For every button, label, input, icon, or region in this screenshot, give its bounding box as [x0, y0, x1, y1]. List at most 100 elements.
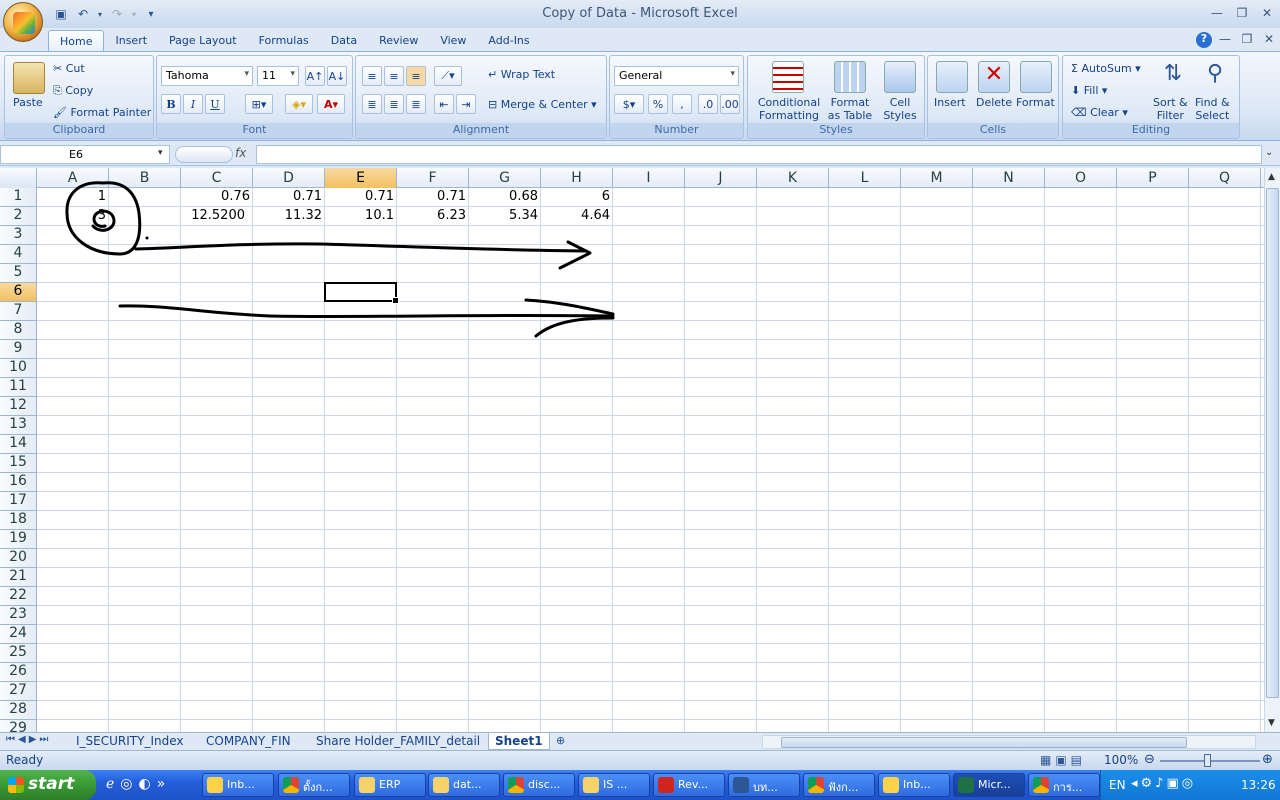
- align-bottom-icon[interactable]: ≡: [406, 66, 426, 86]
- orientation-icon[interactable]: ⟋▾: [434, 66, 462, 86]
- task-inbox-1[interactable]: Inb...: [202, 773, 274, 797]
- paste-icon[interactable]: [13, 62, 45, 94]
- task-chrome-3[interactable]: ฟังก...: [803, 773, 875, 797]
- insert-function-button[interactable]: fx: [235, 146, 246, 160]
- task-erp[interactable]: ERP: [354, 773, 426, 797]
- grow-font-icon[interactable]: A↑: [305, 66, 325, 86]
- tab-add-ins[interactable]: Add-Ins: [477, 30, 540, 52]
- formula-input[interactable]: [256, 145, 1262, 164]
- increase-indent-icon[interactable]: ⇥: [456, 94, 476, 114]
- horizontal-scroll-thumb[interactable]: [781, 737, 1187, 748]
- minimize-icon[interactable]: —: [1206, 4, 1228, 22]
- fill-button[interactable]: ⬇ Fill ▾: [1071, 84, 1107, 97]
- worksheet-grid[interactable]: A B C D E F G H I J K L M N O P Q 1 0.76…: [0, 168, 1264, 732]
- zoom-level[interactable]: 100%: [1104, 753, 1138, 767]
- maximize-icon[interactable]: ❐: [1231, 4, 1253, 22]
- font-color-icon[interactable]: A▾: [317, 94, 345, 114]
- tab-review[interactable]: Review: [368, 30, 429, 52]
- task-chrome-2[interactable]: disc...: [503, 773, 575, 797]
- insert-cells-icon[interactable]: [936, 61, 968, 93]
- view-buttons-icon[interactable]: ▦▣▤: [1040, 753, 1086, 767]
- decrease-decimal-icon[interactable]: .00: [720, 94, 740, 114]
- formula-bar-handle[interactable]: [175, 146, 233, 163]
- insert-sheet-icon[interactable]: ⊕: [556, 734, 565, 747]
- vertical-scrollbar[interactable]: ▲ ▼: [1264, 168, 1280, 732]
- name-box-dropdown-icon[interactable]: ▾: [158, 148, 163, 158]
- vertical-scroll-thumb[interactable]: [1266, 188, 1279, 698]
- insert-button[interactable]: Insert: [934, 96, 966, 109]
- task-chrome-4[interactable]: การ...: [1028, 773, 1100, 797]
- decrease-indent-icon[interactable]: ⇤: [434, 94, 454, 114]
- binoculars-icon[interactable]: ⚲: [1199, 61, 1231, 93]
- ribbon-minimize-icon[interactable]: —: [1214, 30, 1236, 48]
- tab-page-layout[interactable]: Page Layout: [158, 30, 248, 52]
- sheet-tab-security-index[interactable]: I_SECURITY_Index: [70, 733, 189, 750]
- zoom-out-icon[interactable]: ⊖: [1144, 752, 1155, 767]
- clear-button[interactable]: ⌫ Clear ▾: [1071, 106, 1128, 119]
- tray-icons[interactable]: ◂⚙♪▣◎: [1131, 776, 1196, 791]
- paste-button[interactable]: Paste: [13, 96, 43, 109]
- wrap-text-button[interactable]: ↵ Wrap Text: [488, 68, 555, 81]
- quick-launch-icons[interactable]: ℯ◎◐»: [106, 776, 171, 792]
- align-right-icon[interactable]: ≣: [406, 94, 426, 114]
- horizontal-scrollbar[interactable]: [762, 735, 1256, 749]
- format-cells-icon[interactable]: [1020, 61, 1052, 93]
- ribbon-restore-icon[interactable]: ❐: [1236, 30, 1258, 48]
- delete-cells-icon[interactable]: ✕: [978, 61, 1010, 93]
- increase-decimal-icon[interactable]: .0: [698, 94, 718, 114]
- close-icon[interactable]: ✕: [1256, 4, 1278, 22]
- font-size-select[interactable]: 11: [257, 66, 299, 86]
- task-review-pdf[interactable]: Rev...: [653, 773, 725, 797]
- cell-styles-button[interactable]: Cell Styles: [878, 96, 922, 122]
- task-word[interactable]: บท...: [728, 773, 800, 797]
- task-is[interactable]: IS ...: [578, 773, 650, 797]
- tab-home[interactable]: Home: [48, 30, 105, 52]
- font-name-select[interactable]: Tahoma: [161, 66, 253, 86]
- sort-filter-button[interactable]: Sort & Filter: [1153, 96, 1188, 122]
- percent-button[interactable]: %: [648, 94, 668, 114]
- tab-insert[interactable]: Insert: [104, 30, 158, 52]
- italic-button[interactable]: I: [183, 94, 203, 114]
- align-center-icon[interactable]: ≣: [384, 94, 404, 114]
- conditional-formatting-icon[interactable]: [772, 61, 804, 93]
- cell-styles-icon[interactable]: [884, 61, 916, 93]
- tab-data[interactable]: Data: [320, 30, 368, 52]
- task-inbox-2[interactable]: Inb...: [878, 773, 950, 797]
- delete-button[interactable]: Delete: [976, 96, 1012, 109]
- name-box[interactable]: E6: [0, 145, 170, 164]
- tab-view[interactable]: View: [429, 30, 477, 52]
- task-excel[interactable]: Micr...: [953, 773, 1025, 797]
- format-as-table-icon[interactable]: [834, 61, 866, 93]
- align-left-icon[interactable]: ≣: [362, 94, 382, 114]
- format-painter-button[interactable]: 🖌 Format Painter: [53, 106, 151, 119]
- underline-button[interactable]: U: [205, 94, 225, 114]
- workbook-close-icon[interactable]: ✕: [1258, 30, 1280, 48]
- format-as-table-button[interactable]: Format as Table: [824, 96, 876, 122]
- language-indicator[interactable]: EN: [1109, 778, 1126, 792]
- scroll-up-icon[interactable]: ▲: [1268, 172, 1275, 182]
- start-button[interactable]: start: [0, 770, 96, 800]
- sheet-tab-share-holder[interactable]: Share Holder_FAMILY_detail: [310, 733, 486, 750]
- office-button[interactable]: [3, 2, 43, 42]
- autosum-button[interactable]: Σ AutoSum ▾: [1071, 62, 1141, 75]
- sheet-tab-sheet1[interactable]: Sheet1: [488, 733, 550, 750]
- number-format-select[interactable]: General: [614, 66, 739, 86]
- copy-button[interactable]: ⎘ Copy: [53, 84, 93, 98]
- task-data[interactable]: dat...: [428, 773, 500, 797]
- bold-button[interactable]: B: [161, 94, 181, 114]
- find-select-button[interactable]: Find & Select: [1195, 96, 1230, 122]
- currency-icon[interactable]: $▾: [614, 94, 644, 114]
- cut-button[interactable]: ✂ Cut: [53, 62, 85, 75]
- comma-button[interactable]: ,: [672, 94, 692, 114]
- help-icon[interactable]: ?: [1196, 32, 1212, 48]
- align-middle-icon[interactable]: ≡: [384, 66, 404, 86]
- sheet-nav-icon[interactable]: ⏮◀▶⏭: [6, 734, 51, 745]
- sheet-tab-company-fin[interactable]: COMPANY_FIN: [200, 733, 297, 750]
- shrink-font-icon[interactable]: A↓: [327, 66, 347, 86]
- fill-color-icon[interactable]: ◈▾: [285, 94, 313, 114]
- expand-formula-bar-icon[interactable]: ⌄: [1265, 147, 1273, 158]
- zoom-in-icon[interactable]: ⊕: [1262, 752, 1273, 767]
- format-button[interactable]: Format: [1016, 96, 1055, 109]
- conditional-formatting-button[interactable]: Conditional Formatting: [756, 96, 822, 122]
- align-top-icon[interactable]: ≡: [362, 66, 382, 86]
